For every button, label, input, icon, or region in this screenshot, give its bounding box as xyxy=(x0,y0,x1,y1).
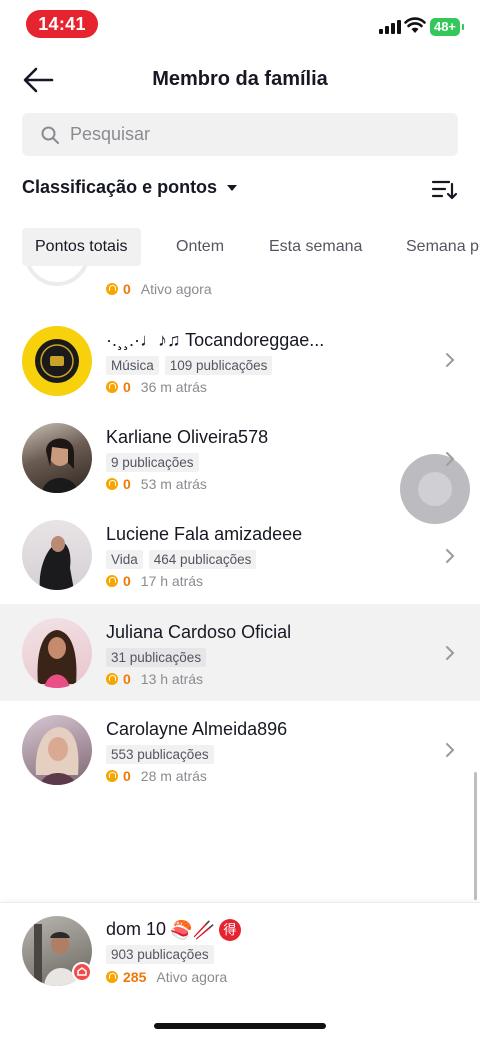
sort-label: Classificação e pontos xyxy=(22,177,218,197)
home-indicator[interactable] xyxy=(154,1023,326,1029)
chevron-right-icon xyxy=(446,549,455,563)
coin-icon xyxy=(106,381,118,393)
member-activity: Ativo agora xyxy=(140,281,212,297)
list-item[interactable]: 0 Ativo agora xyxy=(0,266,480,302)
coin-icon xyxy=(106,283,118,295)
search-placeholder: Pesquisar xyxy=(70,124,151,144)
member-name: Carolayne Almeida896 xyxy=(106,719,288,739)
member-points: 0 xyxy=(123,281,131,297)
member-points: 0 xyxy=(123,768,131,784)
avatar xyxy=(22,326,92,396)
member-name: Juliana Cardoso Oficial xyxy=(106,622,292,642)
member-activity: 36 m atrás xyxy=(140,379,207,395)
profile-photo xyxy=(35,727,79,785)
posts-tag: 464 publicações xyxy=(148,550,257,569)
member-activity: 17 h atrás xyxy=(140,573,204,589)
search-input[interactable]: Pesquisar xyxy=(22,113,458,156)
posts-tag: 31 publicações xyxy=(106,648,207,667)
member-activity: 53 m atrás xyxy=(140,476,207,492)
list-item[interactable]: ·.¸¸.·♩♪♫ Tocandoreggae... Música 109 pu… xyxy=(0,312,480,408)
member-stats: 0 36 m atrás xyxy=(106,379,207,395)
coin-icon xyxy=(106,575,118,587)
profile-photo xyxy=(39,536,74,590)
member-tags: Música 109 publicações xyxy=(106,356,273,375)
member-points: 0 xyxy=(123,671,131,687)
tab-ontem[interactable]: Ontem xyxy=(163,228,237,266)
status-bar: 14:41 48+ xyxy=(0,0,480,48)
member-tags: 903 publicações xyxy=(106,945,214,964)
avatar xyxy=(22,520,92,590)
member-name: Luciene Fala amizadeee xyxy=(106,524,303,544)
assistive-touch-button[interactable] xyxy=(400,454,470,524)
status-time: 14:41 xyxy=(26,10,98,38)
member-activity: 13 h atrás xyxy=(140,671,204,687)
coin-icon xyxy=(106,971,118,983)
member-tags: 31 publicações xyxy=(106,648,207,667)
battery-indicator: 48+ xyxy=(430,18,464,36)
coin-icon xyxy=(106,770,118,782)
member-points: 0 xyxy=(123,573,131,589)
cellular-signal-icon xyxy=(379,18,401,34)
sort-order-button[interactable] xyxy=(430,176,458,204)
avatar xyxy=(22,715,92,785)
tab-semana-passada[interactable]: Semana p xyxy=(393,228,480,266)
member-activity: 28 m atrás xyxy=(140,768,207,784)
period-tabs: Pontos totais Ontem Esta semana Semana p xyxy=(0,228,480,266)
page-title: Membro da família xyxy=(152,68,328,90)
member-stats: 0 53 m atrás xyxy=(106,476,207,492)
member-stats: 285 Ativo agora xyxy=(106,969,227,985)
sushi-emoji: 🍣🥢 xyxy=(170,919,215,940)
avatar xyxy=(22,618,92,688)
sort-dropdown[interactable]: Classificação e pontos xyxy=(22,177,238,198)
list-item[interactable]: Juliana Cardoso Oficial 31 publicações 0… xyxy=(0,604,480,701)
list-item[interactable]: Luciene Fala amizadeee Vida 464 publicaç… xyxy=(0,506,480,604)
caret-down-icon xyxy=(227,184,238,191)
search-icon xyxy=(41,126,59,144)
tab-pontos-totais[interactable]: Pontos totais xyxy=(22,228,141,266)
member-points: 0 xyxy=(123,379,131,395)
member-points: 285 xyxy=(123,969,147,985)
member-name: dom 10 🍣🥢 得 xyxy=(106,919,241,942)
member-stats: 0 13 h atrás xyxy=(106,671,203,687)
member-stats: 0 17 h atrás xyxy=(106,573,203,589)
posts-tag: 9 publicações xyxy=(106,453,199,472)
chevron-right-icon xyxy=(446,353,455,367)
posts-tag: 109 publicações xyxy=(164,356,273,375)
profile-photo xyxy=(37,630,77,688)
posts-tag: 903 publicações xyxy=(106,945,214,964)
chevron-right-icon xyxy=(446,646,455,660)
member-tags: 553 publicações xyxy=(106,745,214,764)
member-points: 0 xyxy=(123,476,131,492)
tab-esta-semana[interactable]: Esta semana xyxy=(256,228,375,266)
reggae-logo-icon xyxy=(35,339,79,383)
level-badge-icon xyxy=(72,962,92,982)
member-stats: 0 Ativo agora xyxy=(106,281,212,297)
member-name: ·.¸¸.·♩♪♫ Tocandoreggae... xyxy=(106,330,325,350)
member-tags: 9 publicações xyxy=(106,453,199,472)
coin-icon xyxy=(106,478,118,490)
assistive-touch-icon xyxy=(418,472,452,506)
posts-tag: 553 publicações xyxy=(106,745,214,764)
member-stats: 0 28 m atrás xyxy=(106,768,207,784)
current-user-name: dom 10 xyxy=(106,919,167,939)
member-activity: Ativo agora xyxy=(156,969,228,985)
member-tags: Vida 464 publicações xyxy=(106,550,257,569)
scrollbar[interactable] xyxy=(474,772,477,900)
avatar xyxy=(22,423,92,493)
badge-char-icon: 得 xyxy=(218,919,241,942)
list-item[interactable]: Carolayne Almeida896 553 publicações 0 2… xyxy=(0,701,480,799)
chevron-right-icon xyxy=(446,743,455,757)
sort-descending-icon xyxy=(431,180,458,200)
wifi-icon xyxy=(404,17,426,33)
coin-icon xyxy=(106,673,118,685)
member-name: Karliane Oliveira578 xyxy=(106,427,269,447)
category-tag: Música xyxy=(106,356,159,375)
profile-photo xyxy=(42,438,78,493)
category-tag: Vida xyxy=(106,550,143,569)
avatar xyxy=(24,266,90,286)
